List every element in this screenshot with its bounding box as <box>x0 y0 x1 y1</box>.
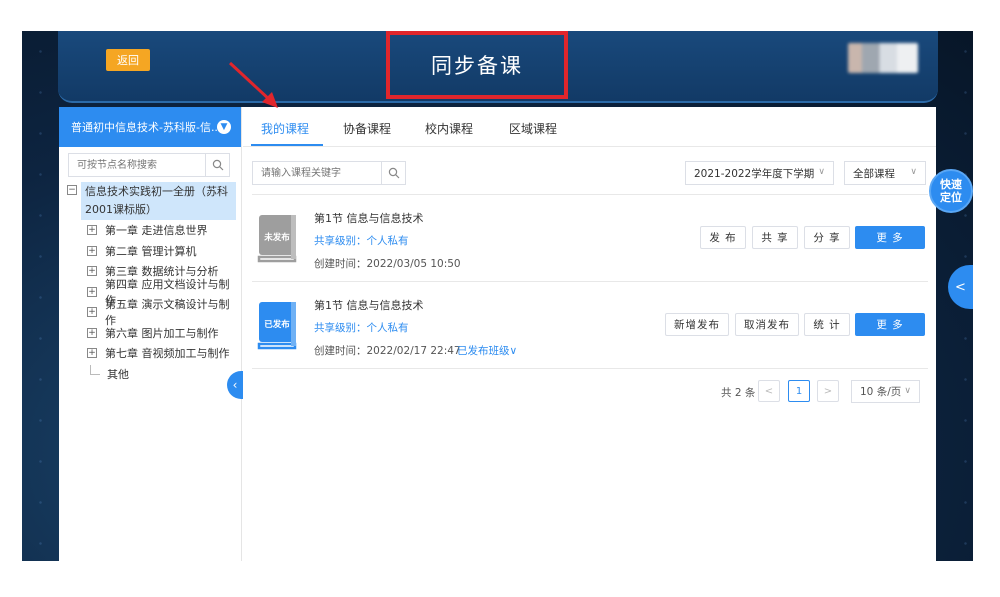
course-tabs: 我的课程 协备课程 校内课程 区域课程 <box>243 107 936 147</box>
main-panel: 普通初中信息技术-苏科版-信... ▼ − 信息技术实践初一全册（苏科2001课… <box>59 107 936 561</box>
tree-item-chapter-6[interactable]: + 第六章 图片加工与制作 <box>67 323 237 344</box>
page-size-value: 10 条/页 <box>860 386 902 398</box>
tree-item-chapter-2[interactable]: + 第二章 管理计算机 <box>67 241 237 262</box>
share-level: 共享级别：个人私有 <box>314 235 409 247</box>
course-selector[interactable]: 普通初中信息技术-苏科版-信... ▼ <box>59 107 241 147</box>
chapter-tree: − 信息技术实践初一全册（苏科2001课标版） + 第一章 走进信息世界 + 第二章… <box>67 182 237 384</box>
tab-co-prep-courses[interactable]: 协备课程 <box>343 120 391 137</box>
add-publish-button[interactable]: 新增发布 <box>665 313 729 336</box>
course-search-input[interactable] <box>253 162 381 184</box>
tab-school-courses[interactable]: 校内课程 <box>425 120 473 137</box>
search-icon[interactable] <box>381 162 405 184</box>
divider <box>252 194 928 195</box>
course-title[interactable]: 第1节 信息与信息技术 <box>314 210 424 226</box>
page-title-highlight-box: 同步备课 <box>386 31 568 99</box>
more-button[interactable]: 更 多 <box>855 313 925 336</box>
node-search-input[interactable] <box>69 154 206 176</box>
active-tab-indicator <box>251 144 323 146</box>
chevron-down-icon: ∨ <box>910 167 917 177</box>
publish-button[interactable]: 发 布 <box>700 226 746 249</box>
send-share-button[interactable]: 分 享 <box>804 226 850 249</box>
tree-item-label: 第七章 音视频加工与制作 <box>105 347 230 361</box>
term-select-value: 2021-2022学年度下学期 <box>694 167 815 180</box>
cancel-publish-button[interactable]: 取消发布 <box>735 313 799 336</box>
chevron-left-icon: ‹ <box>232 378 238 392</box>
course-selector-label: 普通初中信息技术-苏科版-信... <box>71 121 222 134</box>
expand-icon[interactable]: + <box>87 225 97 236</box>
prev-page-button[interactable]: < <box>758 380 780 402</box>
more-button[interactable]: 更 多 <box>855 226 925 249</box>
next-page-button[interactable]: > <box>817 380 839 402</box>
quick-locate-button[interactable]: 快速 定位 <box>929 169 973 213</box>
category-select[interactable]: 全部课程 ∨ <box>844 161 926 185</box>
total-count: 共 2 条 <box>721 387 756 399</box>
chapter-sidebar: 普通初中信息技术-苏科版-信... ▼ − 信息技术实践初一全册（苏科2001课… <box>59 107 243 561</box>
tree-item-label: 第六章 图片加工与制作 <box>105 326 219 340</box>
search-icon[interactable] <box>205 154 229 176</box>
tab-regional-courses[interactable]: 区域课程 <box>509 120 557 137</box>
chevron-down-icon: ∨ <box>818 167 825 177</box>
chevron-down-icon: ∨ <box>904 386 911 396</box>
tree-item-chapter-1[interactable]: + 第一章 走进信息世界 <box>67 220 237 241</box>
tree-item-chapter-7[interactable]: + 第七章 音视频加工与制作 <box>67 343 237 364</box>
tree-item-chapter-5[interactable]: + 第五章 演示文稿设计与制作 <box>67 298 237 327</box>
node-search-box <box>68 153 230 177</box>
tree-item-other[interactable]: 其他 <box>67 364 237 384</box>
tree-item-label: 第五章 演示文稿设计与制作 <box>105 298 230 328</box>
tab-my-courses[interactable]: 我的课程 <box>261 120 309 137</box>
tree-connector-line <box>90 364 100 375</box>
tree-root-node[interactable]: − 信息技术实践初一全册（苏科2001课标版） <box>67 182 237 220</box>
expand-icon[interactable]: + <box>87 327 97 338</box>
sidebar-collapse-button[interactable]: ‹ <box>227 371 243 399</box>
annotation-arrow-icon <box>228 61 278 108</box>
stats-button[interactable]: 统 计 <box>804 313 850 336</box>
page-size-select[interactable]: 10 条/页 ∨ <box>851 380 920 403</box>
tree-item-label: 其他 <box>107 367 129 381</box>
expand-icon[interactable]: + <box>87 286 97 297</box>
collapse-icon[interactable]: − <box>67 185 77 195</box>
tree-item-label: 第二章 管理计算机 <box>105 244 197 258</box>
share-button[interactable]: 共 享 <box>752 226 798 249</box>
tree-item-label: 第一章 走进信息世界 <box>105 224 208 238</box>
created-time: 创建时间：2022/03/05 10:50 <box>314 258 461 270</box>
term-select[interactable]: 2021-2022学年度下学期 ∨ <box>685 161 834 185</box>
created-time: 创建时间：2022/02/17 22:47 <box>314 345 461 357</box>
tree-root-label: 信息技术实践初一全册（苏科2001课标版） <box>81 182 236 220</box>
expand-icon[interactable]: + <box>87 348 97 359</box>
chevron-down-icon: ▼ <box>217 120 231 134</box>
expand-icon[interactable]: + <box>87 266 97 277</box>
user-avatar[interactable] <box>848 43 918 73</box>
status-badge: 已发布 <box>264 320 290 330</box>
status-badge: 未发布 <box>264 233 290 243</box>
page-title: 同步备课 <box>431 54 523 78</box>
chevron-left-icon: < <box>955 279 966 295</box>
back-button[interactable]: 返回 <box>106 49 150 71</box>
course-search-box <box>252 161 406 185</box>
expand-icon[interactable]: + <box>87 245 97 256</box>
expand-icon[interactable]: + <box>87 307 97 318</box>
published-classes-toggle[interactable]: 已发布班级∨ <box>457 343 517 358</box>
course-title[interactable]: 第1节 信息与信息技术 <box>314 297 424 313</box>
category-select-value: 全部课程 <box>853 167 895 180</box>
course-list-area: 我的课程 协备课程 校内课程 区域课程 2021-2022学年度下学期 ∨ 全部… <box>243 107 936 561</box>
quick-locate-label: 快速 定位 <box>940 178 962 204</box>
page-1-button[interactable]: 1 <box>788 380 810 402</box>
share-level: 共享级别：个人私有 <box>314 322 409 334</box>
course-row: 已发布 第1节 信息与信息技术 共享级别：个人私有 创建时间：2022/02/1… <box>252 283 928 369</box>
course-row: 未发布 第1节 信息与信息技术 共享级别：个人私有 创建时间：2022/03/0… <box>252 196 928 282</box>
